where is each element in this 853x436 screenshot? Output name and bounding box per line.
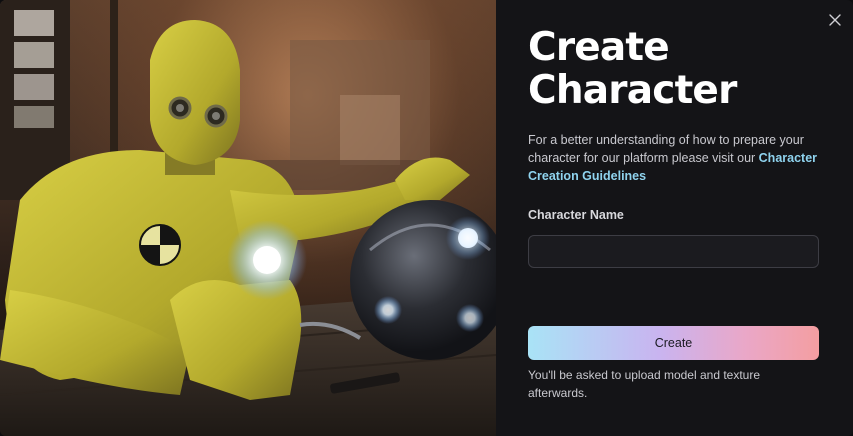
close-icon[interactable]	[826, 11, 844, 29]
form-panel: Create Character For a better understand…	[496, 0, 853, 436]
upload-note: You'll be asked to upload model and text…	[528, 368, 761, 400]
character-name-label: Character Name	[528, 208, 624, 222]
dialog-description: For a better understanding of how to pre…	[528, 131, 828, 185]
create-character-dialog: Create Character For a better understand…	[0, 0, 853, 436]
character-name-input[interactable]	[528, 235, 819, 268]
artwork-panel	[0, 0, 496, 436]
crash-test-dummy-illustration	[0, 0, 496, 436]
create-button[interactable]: Create	[528, 326, 819, 360]
dialog-title: Create Character	[528, 25, 737, 113]
close-button[interactable]	[826, 11, 844, 29]
